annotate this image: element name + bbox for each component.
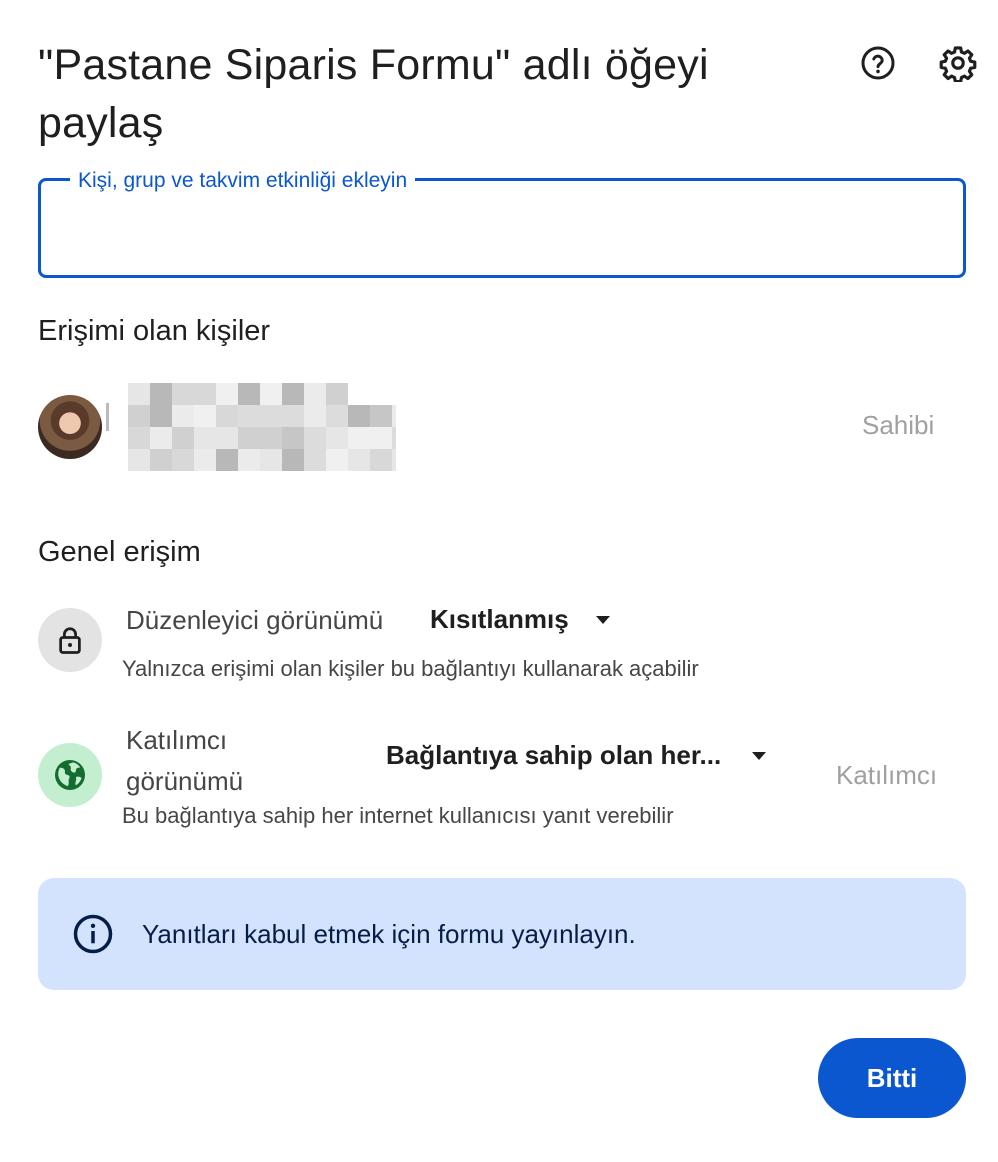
- info-icon: [73, 914, 113, 954]
- owner-role-label: Sahibi: [862, 410, 935, 440]
- editor-view-label: Düzenleyici görünümü: [126, 605, 384, 635]
- participant-access-dropdown[interactable]: Bağlantıya sahip olan her...: [386, 740, 767, 771]
- gear-icon: [939, 46, 977, 82]
- publish-info-text: Yanıtları kabul etmek için formu yayınla…: [142, 918, 636, 949]
- add-people-label: Kişi, grup ve takvim etkinliği ekleyin: [70, 169, 416, 193]
- redacted-user-name: [106, 383, 396, 471]
- editor-view-description: Yalnızca erişimi olan kişiler bu bağlant…: [122, 656, 699, 681]
- help-circle-icon: [861, 46, 895, 80]
- settings-button[interactable]: [932, 37, 984, 89]
- people-with-access-heading: Erişimi olan kişiler: [38, 315, 271, 347]
- participant-role-label: Katılımcı: [836, 760, 938, 790]
- editor-access-selected: Kısıtlanmış: [430, 604, 569, 634]
- lock-icon: [59, 627, 81, 654]
- participant-view-description: Bu bağlantıya sahip her internet kullanı…: [122, 803, 674, 828]
- help-button[interactable]: [852, 37, 904, 89]
- globe-icon: [55, 760, 85, 790]
- dropdown-arrow-icon: [752, 751, 767, 760]
- globe-icon-container: [38, 743, 102, 807]
- info-icon-container: [72, 913, 114, 955]
- avatar: [38, 395, 102, 459]
- add-people-field[interactable]: [38, 178, 966, 278]
- editor-access-dropdown[interactable]: Kısıtlanmış: [430, 604, 611, 635]
- participant-view-label: Katılımcı görünümü: [126, 725, 244, 796]
- general-access-heading: Genel erişim: [38, 536, 201, 568]
- done-button[interactable]: Bitti: [818, 1038, 966, 1118]
- participant-access-selected: Bağlantıya sahip olan her...: [386, 740, 722, 770]
- lock-icon-container: [38, 608, 102, 672]
- dialog-title: "Pastane Siparis Formu" adlı öğeyi payla…: [38, 41, 709, 147]
- publish-info-banner: Yanıtları kabul etmek için formu yayınla…: [38, 878, 966, 990]
- dropdown-arrow-icon: [595, 615, 610, 624]
- add-people-input[interactable]: [59, 211, 943, 257]
